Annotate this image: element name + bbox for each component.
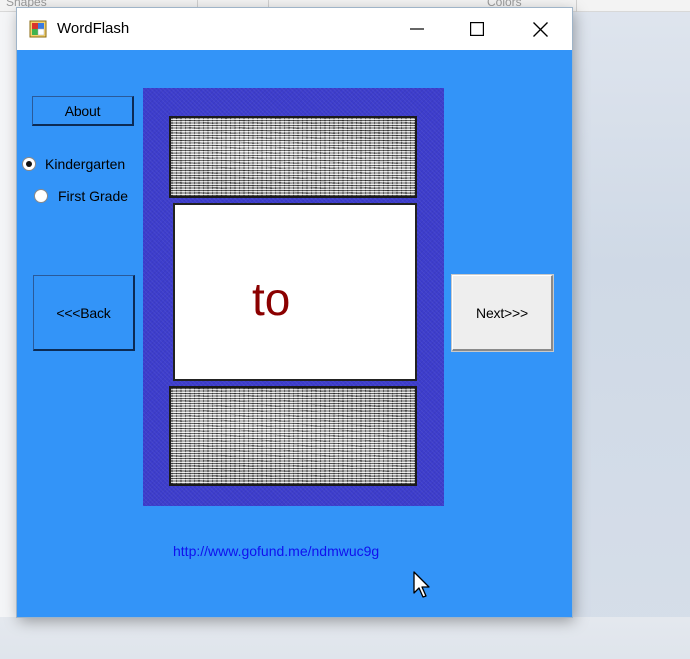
- flashcard-word-panel: [173, 203, 417, 381]
- title-bar[interactable]: WordFlash: [17, 8, 572, 50]
- close-icon: [533, 22, 548, 37]
- background-panel: [0, 617, 690, 659]
- gofundme-link[interactable]: http://www.gofund.me/ndmwuc9g: [173, 543, 379, 559]
- radio-unselected-indicator[interactable]: [34, 189, 48, 203]
- radio-label-first-grade: First Grade: [58, 188, 129, 204]
- mouse-cursor-icon: [413, 571, 430, 598]
- flashcard-texture-top: [169, 116, 417, 198]
- back-button[interactable]: <<<Back: [33, 275, 135, 351]
- background-separator: [576, 0, 577, 12]
- wordflash-window: WordFlash About Kindergarten First Grade…: [17, 8, 572, 617]
- close-button[interactable]: [517, 8, 563, 50]
- app-icon: [29, 20, 47, 38]
- radio-kindergarten[interactable]: Kindergarten: [22, 156, 125, 172]
- radio-selected-indicator[interactable]: [22, 157, 36, 171]
- maximize-icon: [470, 22, 484, 36]
- window-title: WordFlash: [57, 20, 130, 37]
- background-panel: [0, 12, 17, 659]
- flashcard-texture-bottom: [169, 386, 417, 486]
- about-button[interactable]: About: [32, 96, 134, 126]
- minimize-icon: [410, 28, 424, 30]
- form-content: About Kindergarten First Grade <<<Back t…: [17, 50, 572, 617]
- radio-first-grade[interactable]: First Grade: [34, 188, 128, 204]
- maximize-button[interactable]: [454, 8, 500, 50]
- next-button[interactable]: Next>>>: [452, 275, 553, 351]
- flashcard-word: to: [252, 273, 291, 325]
- minimize-button[interactable]: [394, 8, 440, 50]
- radio-label-kindergarten: Kindergarten: [45, 156, 126, 172]
